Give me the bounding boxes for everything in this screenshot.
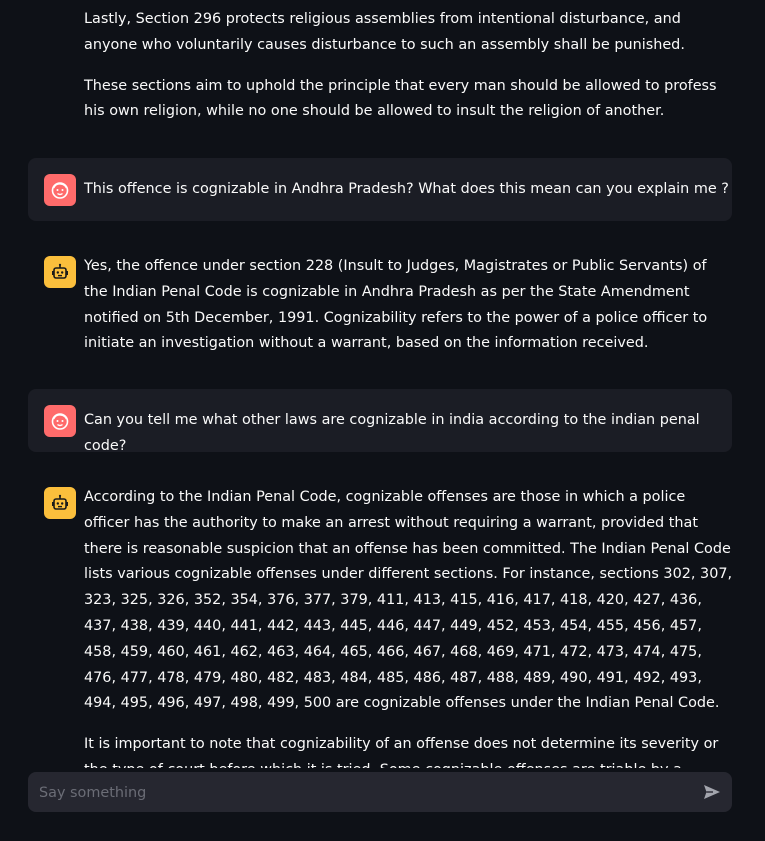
- send-icon: [704, 785, 720, 799]
- message-paragraph: According to the Indian Penal Code, cogn…: [84, 489, 733, 712]
- send-button[interactable]: [700, 780, 724, 804]
- user-face-icon: [44, 174, 76, 206]
- robot-icon: [44, 487, 76, 519]
- assistant-message-continuation: Lastly, Section 296 protects religious a…: [84, 7, 734, 125]
- user-message: This offence is cognizable in Andhra Pra…: [28, 158, 732, 221]
- message-text: Can you tell me what other laws are cogn…: [84, 412, 700, 454]
- chat-area: Lastly, Section 296 protects religious a…: [0, 0, 765, 768]
- user-face-icon: [44, 405, 76, 437]
- chat-input-bar: [28, 772, 732, 814]
- message-text: According to the Indian Penal Code, cogn…: [84, 485, 734, 768]
- message-paragraph: Lastly, Section 296 protects religious a…: [84, 11, 685, 53]
- message-text: This offence is cognizable in Andhra Pra…: [84, 181, 729, 197]
- robot-icon: [44, 256, 76, 288]
- message-paragraph: These sections aim to uphold the princip…: [84, 77, 717, 120]
- assistant-message: Yes, the offence under section 228 (Insu…: [28, 254, 732, 364]
- assistant-message: According to the Indian Penal Code, cogn…: [28, 485, 732, 768]
- chat-input[interactable]: [37, 772, 681, 814]
- user-message: Can you tell me what other laws are cogn…: [28, 389, 732, 454]
- message-text: Yes, the offence under section 228 (Insu…: [84, 258, 708, 352]
- message-paragraph: It is important to note that cognizabili…: [84, 736, 719, 768]
